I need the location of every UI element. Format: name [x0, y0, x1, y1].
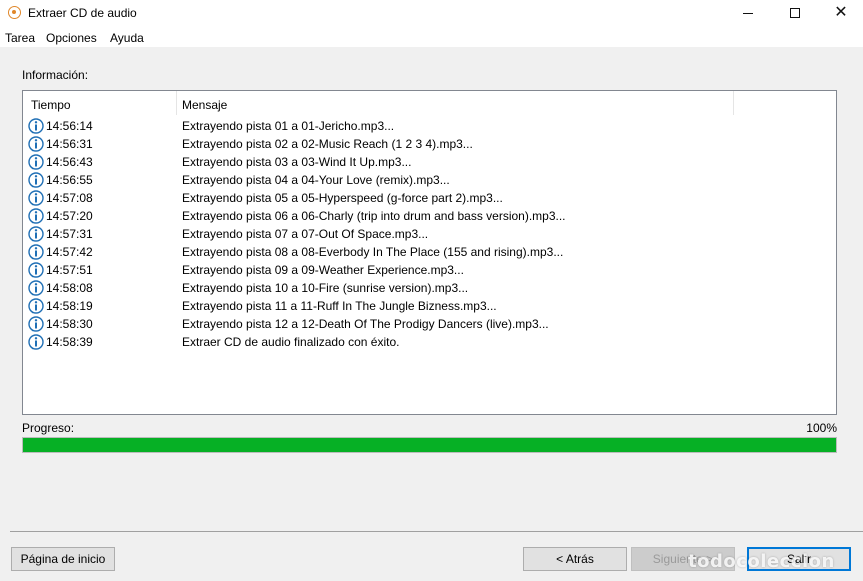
row-time: 14:56:14 — [46, 119, 93, 133]
info-icon — [28, 280, 44, 296]
list-item[interactable]: 14:57:20 Extrayendo pista 06 a 06-Charly … — [23, 207, 836, 225]
list-item[interactable]: 14:56:43 Extrayendo pista 03 a 03-Wind It… — [23, 153, 836, 171]
close-button[interactable]: ✕ — [818, 0, 863, 26]
info-icon — [28, 154, 44, 170]
watermark: todocoleccion — [688, 551, 835, 572]
info-icon — [28, 118, 44, 134]
back-button[interactable]: < Atrás — [523, 547, 627, 571]
row-time: 14:57:51 — [46, 263, 93, 277]
info-icon — [28, 262, 44, 278]
list-item[interactable]: 14:56:55 Extrayendo pista 04 a 04-Your Lo… — [23, 171, 836, 189]
column-separator[interactable] — [176, 91, 177, 115]
progress-percent: 100% — [806, 421, 837, 435]
info-icon — [28, 136, 44, 152]
list-item[interactable]: 14:56:31 Extrayendo pista 02 a 02-Music R… — [23, 135, 836, 153]
column-header-mensaje[interactable]: Mensaje — [182, 98, 227, 112]
row-time: 14:57:08 — [46, 191, 93, 205]
row-time: 14:56:55 — [46, 173, 93, 187]
title-bar: Extraer CD de audio ✕ — [0, 0, 863, 26]
info-icon — [28, 190, 44, 206]
row-time: 14:58:39 — [46, 335, 93, 349]
row-time: 14:57:20 — [46, 209, 93, 223]
info-icon — [28, 172, 44, 188]
row-time: 14:58:30 — [46, 317, 93, 331]
progress-fill — [23, 438, 836, 452]
row-message: Extrayendo pista 01 a 01-Jericho.mp3... — [182, 119, 395, 133]
minimize-button[interactable] — [725, 0, 771, 26]
row-message: Extrayendo pista 02 a 02-Music Reach (1 … — [182, 137, 473, 151]
list-item[interactable]: 14:57:31 Extrayendo pista 07 a 07-Out Of … — [23, 225, 836, 243]
row-time: 14:57:31 — [46, 227, 93, 241]
divider — [10, 531, 863, 532]
row-message: Extrayendo pista 06 a 06-Charly (trip in… — [182, 209, 566, 223]
list-item[interactable]: 14:58:39 Extraer CD de audio finalizado c… — [23, 333, 836, 351]
row-time: 14:58:08 — [46, 281, 93, 295]
cd-icon — [8, 6, 21, 19]
list-header: Tiempo Mensaje — [23, 91, 836, 115]
menu-ayuda[interactable]: Ayuda — [110, 31, 144, 45]
column-header-tiempo[interactable]: Tiempo — [31, 98, 71, 112]
info-icon — [28, 208, 44, 224]
row-message: Extraer CD de audio finalizado con éxito… — [182, 335, 400, 349]
column-separator[interactable] — [733, 91, 734, 115]
list-item[interactable]: 14:57:42 Extrayendo pista 08 a 08-Everbod… — [23, 243, 836, 261]
list-item[interactable]: 14:58:08 Extrayendo pista 10 a 10-Fire (s… — [23, 279, 836, 297]
list-item[interactable]: 14:57:51 Extrayendo pista 09 a 09-Weather… — [23, 261, 836, 279]
row-message: Extrayendo pista 10 a 10-Fire (sunrise v… — [182, 281, 469, 295]
window-title: Extraer CD de audio — [28, 6, 137, 20]
row-time: 14:57:42 — [46, 245, 93, 259]
row-message: Extrayendo pista 05 a 05-Hyperspeed (g-f… — [182, 191, 503, 205]
log-list[interactable]: Tiempo Mensaje 14:56:14 Extrayendo pista … — [22, 90, 837, 415]
progress-bar — [22, 437, 837, 453]
row-message: Extrayendo pista 11 a 11-Ruff In The Jun… — [182, 299, 497, 313]
list-item[interactable]: 14:58:30 Extrayendo pista 12 a 12-Death O… — [23, 315, 836, 333]
row-time: 14:58:19 — [46, 299, 93, 313]
list-item[interactable]: 14:56:14 Extrayendo pista 01 a 01-Jericho… — [23, 117, 836, 135]
menu-bar: Tarea Opciones Ayuda — [0, 26, 863, 47]
home-page-button[interactable]: Página de inicio — [11, 547, 115, 571]
menu-tarea[interactable]: Tarea — [5, 31, 35, 45]
row-time: 14:56:31 — [46, 137, 93, 151]
row-message: Extrayendo pista 08 a 08-Everbody In The… — [182, 245, 564, 259]
maximize-icon — [790, 8, 800, 18]
progress-label: Progreso: — [22, 421, 75, 435]
row-message: Extrayendo pista 09 a 09-Weather Experie… — [182, 263, 464, 277]
close-icon: ✕ — [834, 4, 848, 21]
row-message: Extrayendo pista 07 a 07-Out Of Space.mp… — [182, 227, 429, 241]
row-message: Extrayendo pista 12 a 12-Death Of The Pr… — [182, 317, 549, 331]
info-label: Información: — [22, 68, 89, 82]
row-message: Extrayendo pista 03 a 03-Wind It Up.mp3.… — [182, 155, 412, 169]
info-icon — [28, 334, 44, 350]
row-message: Extrayendo pista 04 a 04-Your Love (remi… — [182, 173, 450, 187]
list-item[interactable]: 14:57:08 Extrayendo pista 05 a 05-Hypersp… — [23, 189, 836, 207]
maximize-button[interactable] — [772, 0, 818, 26]
menu-opciones[interactable]: Opciones — [46, 31, 97, 45]
list-item[interactable]: 14:58:19 Extrayendo pista 11 a 11-Ruff In… — [23, 297, 836, 315]
info-icon — [28, 244, 44, 260]
info-icon — [28, 316, 44, 332]
row-time: 14:56:43 — [46, 155, 93, 169]
info-icon — [28, 298, 44, 314]
info-icon — [28, 226, 44, 242]
minimize-icon — [743, 12, 753, 14]
